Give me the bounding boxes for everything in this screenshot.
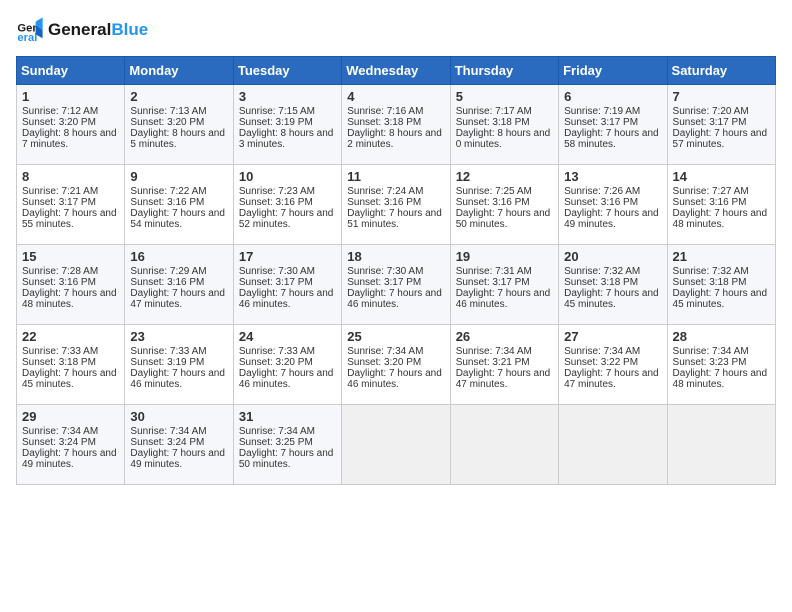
calendar-week-5: 29Sunrise: 7:34 AMSunset: 3:24 PMDayligh… [17,405,776,485]
calendar-week-3: 15Sunrise: 7:28 AMSunset: 3:16 PMDayligh… [17,245,776,325]
table-row: 19Sunrise: 7:31 AMSunset: 3:17 PMDayligh… [450,245,558,325]
logo: Gen eral GeneralBlue [16,16,148,44]
page-header: Gen eral GeneralBlue [16,16,776,44]
table-row: 5Sunrise: 7:17 AMSunset: 3:18 PMDaylight… [450,85,558,165]
table-row [559,405,667,485]
table-row: 11Sunrise: 7:24 AMSunset: 3:16 PMDayligh… [342,165,450,245]
table-row: 27Sunrise: 7:34 AMSunset: 3:22 PMDayligh… [559,325,667,405]
calendar-week-2: 8Sunrise: 7:21 AMSunset: 3:17 PMDaylight… [17,165,776,245]
table-row: 4Sunrise: 7:16 AMSunset: 3:18 PMDaylight… [342,85,450,165]
table-row: 13Sunrise: 7:26 AMSunset: 3:16 PMDayligh… [559,165,667,245]
svg-text:eral: eral [17,32,37,44]
calendar-table: Sunday Monday Tuesday Wednesday Thursday… [16,56,776,485]
table-row [342,405,450,485]
table-row: 30Sunrise: 7:34 AMSunset: 3:24 PMDayligh… [125,405,233,485]
table-row: 17Sunrise: 7:30 AMSunset: 3:17 PMDayligh… [233,245,341,325]
table-row: 26Sunrise: 7:34 AMSunset: 3:21 PMDayligh… [450,325,558,405]
col-saturday: Saturday [667,57,775,85]
col-tuesday: Tuesday [233,57,341,85]
table-row: 21Sunrise: 7:32 AMSunset: 3:18 PMDayligh… [667,245,775,325]
col-thursday: Thursday [450,57,558,85]
table-row: 16Sunrise: 7:29 AMSunset: 3:16 PMDayligh… [125,245,233,325]
table-row: 28Sunrise: 7:34 AMSunset: 3:23 PMDayligh… [667,325,775,405]
table-row: 24Sunrise: 7:33 AMSunset: 3:20 PMDayligh… [233,325,341,405]
table-row: 9Sunrise: 7:22 AMSunset: 3:16 PMDaylight… [125,165,233,245]
table-row: 12Sunrise: 7:25 AMSunset: 3:16 PMDayligh… [450,165,558,245]
table-row: 1Sunrise: 7:12 AMSunset: 3:20 PMDaylight… [17,85,125,165]
col-monday: Monday [125,57,233,85]
table-row: 15Sunrise: 7:28 AMSunset: 3:16 PMDayligh… [17,245,125,325]
col-wednesday: Wednesday [342,57,450,85]
table-row: 20Sunrise: 7:32 AMSunset: 3:18 PMDayligh… [559,245,667,325]
calendar-week-1: 1Sunrise: 7:12 AMSunset: 3:20 PMDaylight… [17,85,776,165]
table-row [450,405,558,485]
table-row: 3Sunrise: 7:15 AMSunset: 3:19 PMDaylight… [233,85,341,165]
col-friday: Friday [559,57,667,85]
table-row: 7Sunrise: 7:20 AMSunset: 3:17 PMDaylight… [667,85,775,165]
table-row: 10Sunrise: 7:23 AMSunset: 3:16 PMDayligh… [233,165,341,245]
table-row: 22Sunrise: 7:33 AMSunset: 3:18 PMDayligh… [17,325,125,405]
header-row: Sunday Monday Tuesday Wednesday Thursday… [17,57,776,85]
table-row: 23Sunrise: 7:33 AMSunset: 3:19 PMDayligh… [125,325,233,405]
table-row: 6Sunrise: 7:19 AMSunset: 3:17 PMDaylight… [559,85,667,165]
logo-icon: Gen eral [16,16,44,44]
calendar-body: 1Sunrise: 7:12 AMSunset: 3:20 PMDaylight… [17,85,776,485]
logo-text: GeneralBlue [48,20,148,40]
table-row: 31Sunrise: 7:34 AMSunset: 3:25 PMDayligh… [233,405,341,485]
table-row: 14Sunrise: 7:27 AMSunset: 3:16 PMDayligh… [667,165,775,245]
table-row: 25Sunrise: 7:34 AMSunset: 3:20 PMDayligh… [342,325,450,405]
table-row: 29Sunrise: 7:34 AMSunset: 3:24 PMDayligh… [17,405,125,485]
table-row [667,405,775,485]
table-row: 18Sunrise: 7:30 AMSunset: 3:17 PMDayligh… [342,245,450,325]
calendar-week-4: 22Sunrise: 7:33 AMSunset: 3:18 PMDayligh… [17,325,776,405]
table-row: 8Sunrise: 7:21 AMSunset: 3:17 PMDaylight… [17,165,125,245]
col-sunday: Sunday [17,57,125,85]
table-row: 2Sunrise: 7:13 AMSunset: 3:20 PMDaylight… [125,85,233,165]
